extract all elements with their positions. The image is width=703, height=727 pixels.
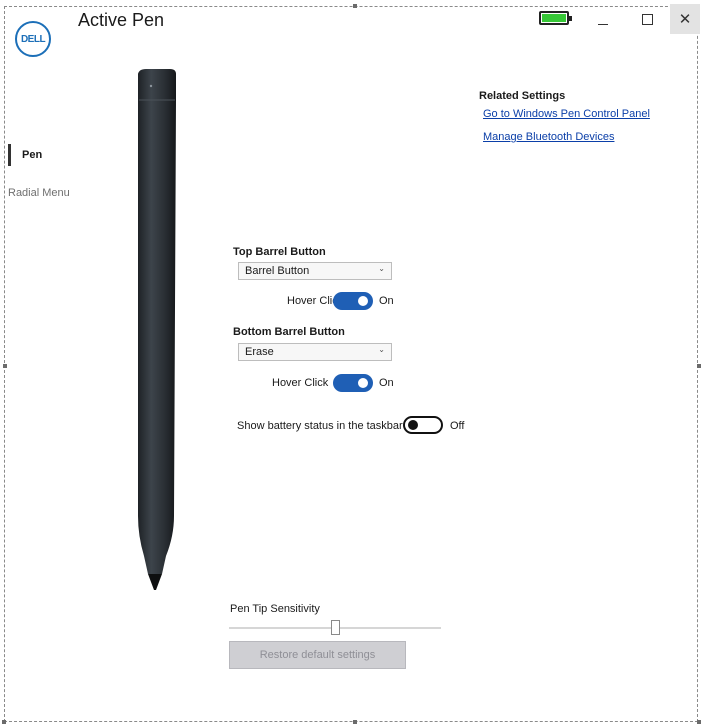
toggle-knob (408, 420, 418, 430)
restore-defaults-button[interactable]: Restore default settings (229, 641, 406, 669)
resize-handle-bottom[interactable] (353, 720, 357, 724)
related-settings-heading: Related Settings (479, 90, 566, 102)
chevron-down-icon: ⌄ (378, 345, 385, 354)
minimize-icon (598, 23, 608, 25)
top-barrel-dropdown[interactable]: Barrel Button ⌄ (238, 262, 392, 280)
resize-handle-bottom-left[interactable] (2, 720, 6, 724)
nav-item-radial-menu[interactable]: Radial Menu (8, 187, 70, 199)
toggle-knob (358, 296, 368, 306)
app-title: Active Pen (78, 10, 165, 30)
resize-handle-right[interactable] (697, 364, 701, 368)
maximize-button[interactable] (632, 4, 662, 34)
pen-tip-sensitivity-label: Pen Tip Sensitivity (230, 603, 320, 615)
bottom-hover-click-toggle[interactable] (333, 374, 373, 392)
pen-illustration (138, 69, 176, 590)
resize-handle-top[interactable] (353, 4, 357, 8)
nav-item-pen[interactable]: Pen (22, 149, 42, 161)
battery-level (542, 14, 566, 22)
bottom-hover-click-state: On (379, 377, 394, 389)
top-hover-click-state: On (379, 295, 394, 307)
battery-status-label: Show battery status in the taskbar (237, 420, 403, 432)
battery-icon (539, 11, 572, 25)
battery-status-state: Off (450, 420, 465, 432)
bottom-barrel-dropdown[interactable]: Erase ⌄ (238, 343, 392, 361)
windows-pen-control-panel-link[interactable]: Go to Windows Pen Control Panel (483, 108, 650, 120)
close-button[interactable]: ✕ (670, 4, 700, 34)
chevron-down-icon: ⌄ (378, 264, 385, 273)
bottom-barrel-selected: Erase (245, 346, 274, 358)
resize-handle-bottom-right[interactable] (697, 720, 701, 724)
dell-logo: DELL (15, 21, 51, 57)
pen-tip-sensitivity-thumb[interactable] (331, 620, 340, 635)
battery-terminal (569, 16, 572, 21)
maximize-icon (641, 13, 653, 25)
resize-handle-left[interactable] (3, 364, 7, 368)
toggle-knob (358, 378, 368, 388)
close-icon: ✕ (678, 11, 692, 28)
minimize-button[interactable] (588, 4, 618, 34)
manage-bluetooth-link[interactable]: Manage Bluetooth Devices (483, 131, 614, 143)
bottom-hover-click-label: Hover Click (272, 377, 329, 389)
nav-selected-indicator (8, 144, 11, 166)
top-barrel-selected: Barrel Button (245, 265, 310, 277)
bottom-barrel-heading: Bottom Barrel Button (233, 326, 345, 338)
top-barrel-heading: Top Barrel Button (233, 246, 326, 258)
battery-status-toggle[interactable] (403, 416, 443, 434)
top-hover-click-toggle[interactable] (333, 292, 373, 310)
